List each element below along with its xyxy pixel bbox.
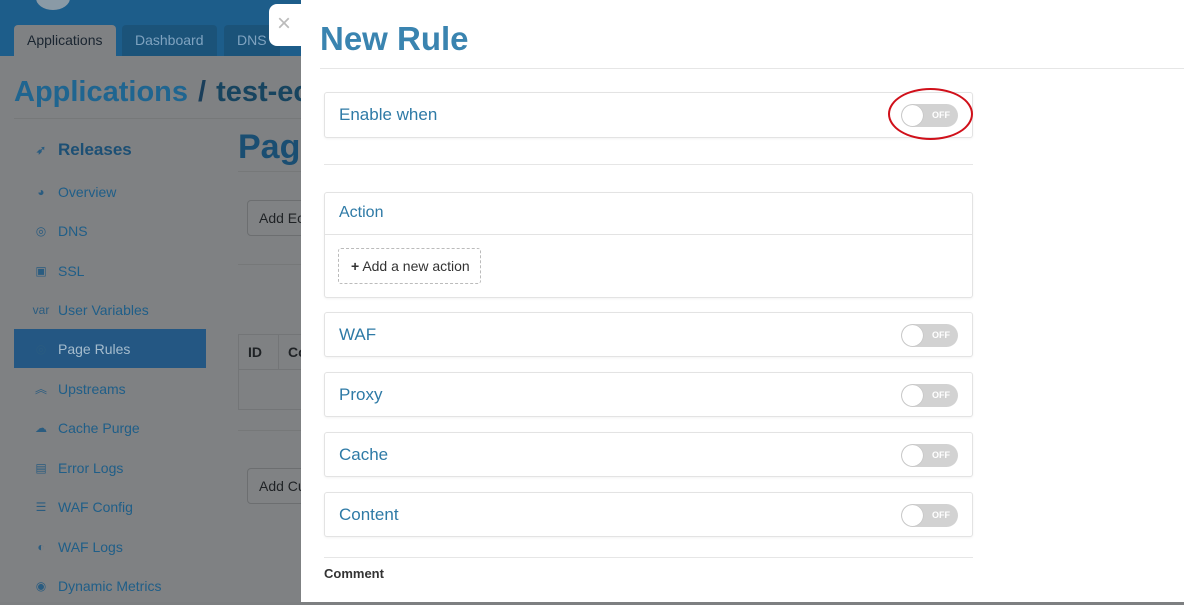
toggle-state: OFF: [932, 330, 950, 340]
breadcrumb-separator: /: [198, 76, 207, 108]
sidebar-item-label: Upstreams: [58, 380, 126, 397]
tab-dashboard[interactable]: Dashboard: [122, 25, 217, 56]
sidebar-item-label: Cache Purge: [58, 419, 140, 436]
breadcrumb: Applications / test-ec: [14, 76, 310, 109]
sidebar-item-user-variables[interactable]: var User Variables: [14, 290, 206, 329]
cache-card: Cache OFF: [324, 432, 973, 477]
divider: [238, 264, 301, 265]
add-button[interactable]: Add Ec: [247, 200, 307, 236]
proxy-card: Proxy OFF: [324, 372, 973, 417]
toggle-state: OFF: [932, 390, 950, 400]
sidebar-item-ssl[interactable]: ▣ SSL: [14, 251, 206, 290]
sidebar-item-label: SSL: [58, 262, 85, 279]
sidebar-item-overview[interactable]: ◕ Overview: [14, 172, 206, 211]
drawer-title: New Rule: [320, 20, 469, 57]
divider: [324, 164, 973, 165]
divider: [238, 171, 301, 172]
pin-icon: ◉: [35, 578, 47, 593]
sidebar-item-label: Dynamic Metrics: [58, 577, 162, 594]
toggle-knob: [902, 505, 923, 526]
divider: [324, 557, 973, 558]
log-file-icon: ▤: [35, 460, 47, 475]
cache-toggle[interactable]: OFF: [901, 444, 958, 467]
breadcrumb-current: test-ec: [216, 76, 310, 108]
sidebar-item-label: Releases: [58, 139, 132, 159]
action-label: Action: [339, 204, 384, 221]
proxy-toggle[interactable]: OFF: [901, 384, 958, 407]
plus-icon: +: [351, 258, 360, 274]
certificate-icon: ▣: [35, 263, 47, 278]
divider: [14, 118, 301, 119]
sidebar-item-label: WAF Logs: [58, 538, 123, 555]
sidebar-item-releases[interactable]: ➶ Releases: [14, 130, 206, 169]
breadcrumb-root[interactable]: Applications: [14, 76, 188, 108]
list-icon: ☰: [35, 499, 47, 514]
highlight-annotation: [888, 88, 973, 140]
rules-table: ID Co: [238, 334, 308, 410]
target-icon: ◎: [35, 341, 47, 356]
divider: [238, 430, 301, 431]
add-action-button[interactable]: + Add a new action: [338, 248, 481, 284]
toggle-state: OFF: [932, 510, 950, 520]
sidebar-item-label: Error Logs: [58, 459, 124, 476]
col-id: ID: [239, 335, 279, 369]
sidebar-item-page-rules[interactable]: ◎ Page Rules: [14, 329, 206, 368]
cloud-icon: ☁: [35, 420, 47, 435]
sidebar-item-label: Overview: [58, 183, 117, 200]
sidebar-item-label: DNS: [58, 222, 88, 239]
proxy-label: Proxy: [339, 385, 383, 404]
close-icon: ×: [277, 10, 292, 37]
toggle-knob: [902, 385, 923, 406]
content-card: Content OFF: [324, 492, 973, 537]
add-action-label: Add a new action: [362, 258, 470, 274]
globe-icon: ◎: [35, 223, 47, 238]
sidebar-item-waf-config[interactable]: ☰ WAF Config: [14, 487, 206, 526]
toggle-state: OFF: [932, 450, 950, 460]
sidebar-item-label: WAF Config: [58, 498, 133, 515]
sidebar-item-dns[interactable]: ◎ DNS: [14, 211, 206, 250]
tab-applications[interactable]: Applications: [14, 25, 116, 56]
sidebar-item-waf-logs[interactable]: ◐ WAF Logs: [14, 527, 206, 566]
title-divider: [320, 68, 1184, 69]
var-icon: var: [32, 302, 50, 317]
enable-when-label: Enable when: [339, 105, 438, 124]
gauge-icon: ◕: [37, 184, 45, 199]
sidebar-item-upstreams[interactable]: ︽ Upstreams: [14, 369, 206, 408]
enable-when-card: Enable when OFF: [324, 92, 973, 138]
sidebar-item-dynamic-metrics[interactable]: ◉ Dynamic Metrics: [14, 566, 206, 605]
sidebar-item-cache-purge[interactable]: ☁ Cache Purge: [14, 408, 206, 447]
page-title: Pag: [238, 128, 301, 166]
sidebar-item-label: Page Rules: [58, 340, 131, 357]
waf-card: WAF OFF: [324, 312, 973, 357]
sidebar-item-error-logs[interactable]: ▤ Error Logs: [14, 448, 206, 487]
toggle-knob: [902, 445, 923, 466]
action-card: Action + Add a new action: [324, 192, 973, 298]
toggle-knob: [902, 325, 923, 346]
cache-label: Cache: [339, 445, 389, 464]
divider: [325, 234, 972, 235]
logo: [36, 0, 70, 10]
comment-label: Comment: [324, 566, 384, 581]
content-label: Content: [339, 505, 399, 524]
add-custom-button[interactable]: Add Cu: [247, 468, 307, 504]
chevrons-up-icon: ︽: [34, 382, 47, 396]
shield-log-icon: ◐: [37, 539, 45, 554]
sidebar-item-label: User Variables: [58, 301, 149, 318]
paper-plane-icon: ➶: [35, 142, 47, 157]
content-toggle[interactable]: OFF: [901, 504, 958, 527]
close-button[interactable]: ×: [269, 4, 305, 46]
waf-label: WAF: [339, 325, 377, 344]
waf-toggle[interactable]: OFF: [901, 324, 958, 347]
